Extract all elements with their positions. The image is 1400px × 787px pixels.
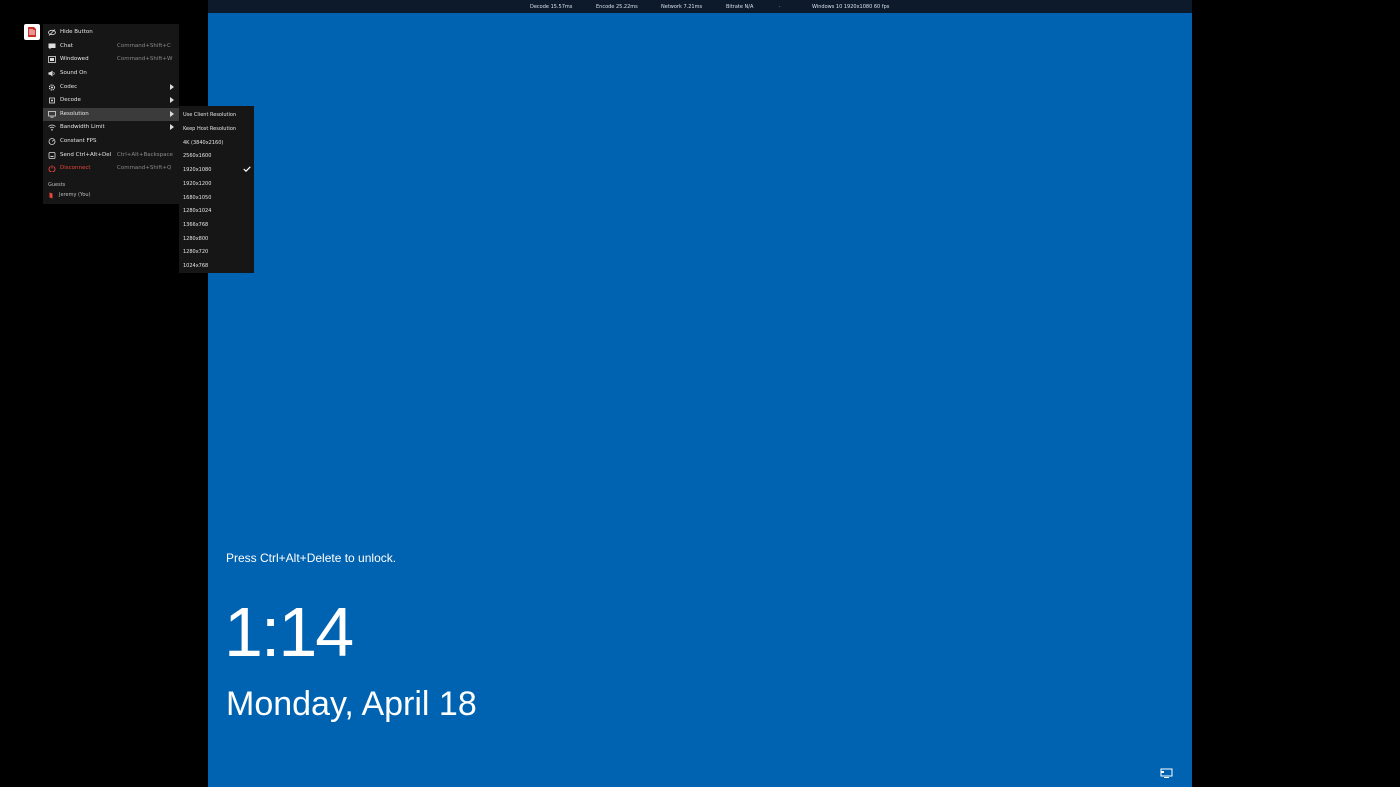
resolution-option[interactable]: 1280x1024: [179, 203, 254, 217]
overlay-menu: Hide Button Chat Command+Shift+C Windowe…: [43, 24, 179, 204]
monitor-icon: [48, 111, 56, 118]
settings-icon: [48, 84, 56, 91]
stat-decode: Decode 15.57ms: [530, 4, 573, 10]
resolution-label: 2560x1600: [183, 153, 212, 159]
chevron-right-icon: [170, 111, 174, 117]
resolution-option[interactable]: 1680x1050: [179, 190, 254, 204]
resolution-option[interactable]: Keep Host Resolution: [179, 121, 254, 135]
resolution-option[interactable]: 4K (3840x2160): [179, 135, 254, 149]
guests-header: Guests: [48, 182, 66, 188]
resolution-option[interactable]: 2560x1600: [179, 148, 254, 162]
keyboard-icon: [48, 152, 56, 159]
menu-item-shortcut: Command+Shift+W: [117, 56, 173, 62]
unlock-prompt: Press Ctrl+Alt+Delete to unlock.: [226, 551, 397, 565]
resolution-label: 4K (3840x2160): [183, 140, 224, 146]
menu-item-constant-fps[interactable]: Constant FPS: [43, 135, 179, 148]
chat-icon: [48, 43, 56, 50]
guest-item[interactable]: Jeremy (You): [48, 192, 168, 202]
resolution-option[interactable]: 1280x720: [179, 244, 254, 258]
stat-host-info: Windows 10 1920x1080 60 fps: [812, 4, 890, 10]
resolution-label: 1366x768: [183, 222, 209, 228]
menu-item-send-ctrl-alt-del[interactable]: Send Ctrl+Alt+Del Ctrl+Alt+Backspace: [43, 149, 179, 162]
menu-item-chat[interactable]: Chat Command+Shift+C: [43, 40, 179, 53]
app-menu-button[interactable]: [24, 24, 40, 40]
stat-bitrate: Bitrate N/A: [726, 4, 754, 10]
menu-item-hide-button[interactable]: Hide Button: [43, 26, 179, 39]
remote-desktop-view[interactable]: [208, 0, 1192, 787]
window-icon: [48, 56, 56, 63]
menu-item-shortcut: Command+Shift+C: [117, 43, 171, 49]
resolution-label: 1680x1050: [183, 195, 212, 201]
checkmark-icon: [243, 166, 251, 173]
resolution-option[interactable]: 1920x1200: [179, 176, 254, 190]
menu-item-label: Send Ctrl+Alt+Del: [60, 152, 112, 158]
menu-item-label: Sound On: [60, 70, 87, 76]
lock-time: 1:14: [224, 593, 354, 671]
chevron-right-icon: [170, 84, 174, 90]
lock-date: Monday, April 18: [226, 685, 477, 723]
menu-item-label: Codec: [60, 84, 78, 90]
menu-item-sound[interactable]: Sound On: [43, 67, 179, 80]
wifi-icon: [48, 124, 56, 131]
menu-item-label: Constant FPS: [60, 138, 97, 144]
resolution-label: 1280x800: [183, 236, 209, 242]
stat-separator: ·: [779, 4, 781, 10]
menu-item-shortcut: Command+Shift+Q: [117, 165, 172, 171]
menu-item-decode[interactable]: Decode: [43, 94, 179, 107]
menu-item-bandwidth-limit[interactable]: Bandwidth Limit: [43, 121, 179, 134]
menu-item-label: Windowed: [60, 56, 89, 62]
eye-off-icon: [48, 29, 56, 36]
app-logo-icon: [28, 27, 36, 37]
resolution-submenu: Use Client Resolution Keep Host Resoluti…: [179, 106, 254, 273]
menu-item-shortcut: Ctrl+Alt+Backspace: [117, 152, 173, 158]
chevron-right-icon: [170, 97, 174, 103]
resolution-option[interactable]: 1366x768: [179, 217, 254, 231]
speaker-icon: [48, 70, 56, 77]
menu-item-codec[interactable]: Codec: [43, 81, 179, 94]
user-icon: [49, 192, 53, 199]
resolution-label: 1280x720: [183, 249, 209, 255]
resolution-option-selected[interactable]: 1920x1080: [179, 162, 254, 176]
menu-item-disconnect[interactable]: Disconnect Command+Shift+Q: [43, 162, 179, 175]
resolution-label: Use Client Resolution: [183, 112, 237, 118]
guest-name: Jeremy (You): [59, 192, 91, 198]
stats-bar: Decode 15.57ms Encode 25.22ms Network 7.…: [208, 0, 1192, 13]
menu-item-windowed[interactable]: Windowed Command+Shift+W: [43, 53, 179, 66]
menu-item-label: Decode: [60, 97, 81, 103]
resolution-option[interactable]: Use Client Resolution: [179, 107, 254, 121]
menu-item-label: Hide Button: [60, 29, 93, 35]
power-icon: [48, 165, 56, 173]
chip-icon: [48, 97, 56, 104]
resolution-option[interactable]: 1280x800: [179, 231, 254, 245]
menu-item-label: Bandwidth Limit: [60, 124, 105, 130]
menu-item-label: Resolution: [60, 111, 89, 117]
stat-encode: Encode 25.22ms: [596, 4, 638, 10]
chevron-right-icon: [170, 124, 174, 130]
resolution-label: Keep Host Resolution: [183, 126, 237, 132]
resolution-label: 1920x1080: [183, 167, 212, 173]
resolution-label: 1024x768: [183, 263, 209, 269]
resolution-label: 1920x1200: [183, 181, 212, 187]
menu-item-label: Disconnect: [60, 165, 91, 171]
menu-item-label: Chat: [60, 43, 73, 49]
stat-network: Network 7.21ms: [661, 4, 703, 10]
network-icon[interactable]: [1160, 765, 1174, 778]
gauge-icon: [48, 138, 56, 145]
resolution-label: 1280x1024: [183, 208, 212, 214]
menu-item-resolution[interactable]: Resolution: [43, 108, 179, 121]
resolution-option[interactable]: 1024x768: [179, 258, 254, 272]
